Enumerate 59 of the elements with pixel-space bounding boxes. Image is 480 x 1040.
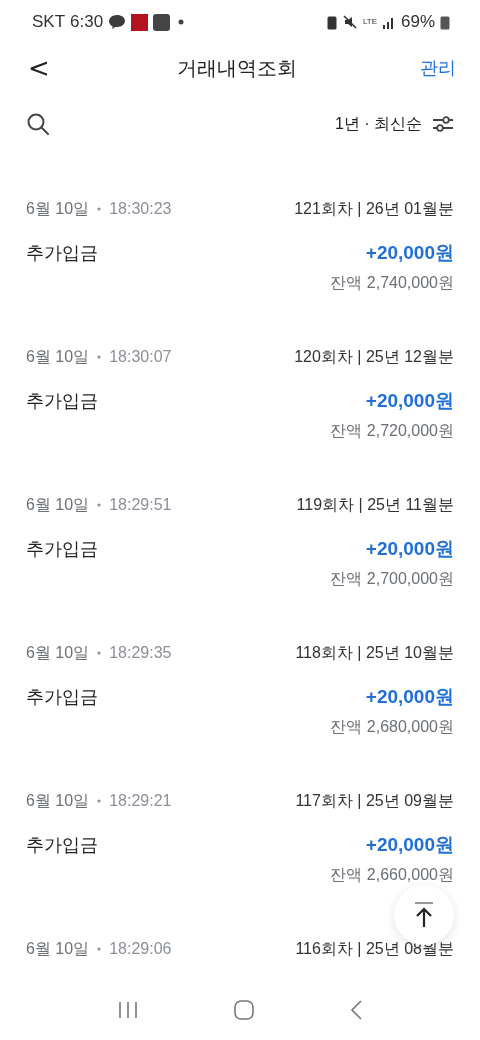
clock: 6:30 [70, 12, 104, 32]
sliders-icon[interactable] [432, 115, 454, 133]
transaction-type: 추가입금 [26, 390, 98, 413]
balance: 잔액 2,700,000원 [330, 568, 454, 589]
transaction-date: 6월 10일 [26, 642, 90, 663]
installment-info: 117회차 | 25년 09월분 [295, 790, 454, 811]
transaction-time: 18:29:35 [109, 644, 172, 662]
arrow-up-icon [412, 901, 436, 929]
transaction-date: 6월 10일 [26, 494, 90, 515]
transaction-time: 18:29:21 [109, 792, 172, 810]
back-icon[interactable] [349, 999, 363, 1021]
installment-info: 119회차 | 25년 11월분 [296, 494, 454, 515]
separator-dot [97, 355, 102, 359]
transaction-type: 추가입금 [26, 834, 98, 857]
transaction-amount: +20,000원 [365, 833, 454, 857]
installment-info: 121회차 | 26년 01월분 [294, 198, 454, 219]
balance: 잔액 2,660,000원 [330, 864, 454, 885]
home-icon[interactable] [233, 999, 255, 1021]
transaction-type: 추가입금 [26, 242, 98, 265]
signal-icon [381, 15, 396, 29]
transaction-time: 18:29:06 [109, 940, 172, 958]
chat-icon [108, 14, 127, 30]
balance: 잔액 2,680,000원 [330, 716, 454, 737]
recent-apps-icon[interactable] [117, 1000, 139, 1020]
transaction-type: 추가입금 [26, 538, 98, 561]
search-icon[interactable] [26, 112, 50, 136]
installment-info: 120회차 | 25년 12월분 [294, 346, 454, 367]
battery-icon [440, 14, 450, 30]
transaction-date: 6월 10일 [26, 790, 90, 811]
carrier: SKT [32, 12, 66, 32]
network-type: LTE [362, 18, 377, 26]
transaction-date: 6월 10일 [26, 346, 90, 367]
transaction-time: 18:30:07 [109, 348, 172, 366]
separator-dot [97, 947, 102, 951]
separator-dot [97, 651, 102, 655]
transaction-time: 18:30:23 [109, 200, 172, 218]
balance: 잔액 2,740,000원 [330, 272, 454, 293]
mute-icon [341, 14, 358, 30]
back-button[interactable]: < [24, 53, 54, 83]
page-title: 거래내역조회 [176, 55, 297, 81]
transaction-time: 18:29:51 [109, 496, 172, 514]
transaction-amount: +20,000원 [365, 241, 454, 265]
separator-dot [97, 503, 102, 507]
transaction-amount: +20,000원 [365, 685, 454, 709]
transaction-type: 추가입금 [26, 686, 98, 709]
manage-button[interactable]: 관리 [420, 56, 456, 80]
battery-saver-icon [326, 14, 337, 30]
separator-dot [97, 799, 102, 803]
transaction-date: 6월 10일 [26, 938, 90, 959]
transaction-date: 6월 10일 [26, 198, 90, 219]
filter-label[interactable]: 1년 · 최신순 [334, 113, 422, 135]
app-icon [131, 13, 149, 31]
transaction-amount: +20,000원 [365, 389, 454, 413]
battery-level: 69% [400, 12, 435, 32]
transaction-amount: +20,000원 [365, 537, 454, 561]
app-icon [153, 13, 171, 31]
installment-info: 118회차 | 25년 10월분 [295, 642, 454, 663]
separator-dot [97, 207, 102, 211]
balance: 잔액 2,720,000원 [330, 420, 454, 441]
